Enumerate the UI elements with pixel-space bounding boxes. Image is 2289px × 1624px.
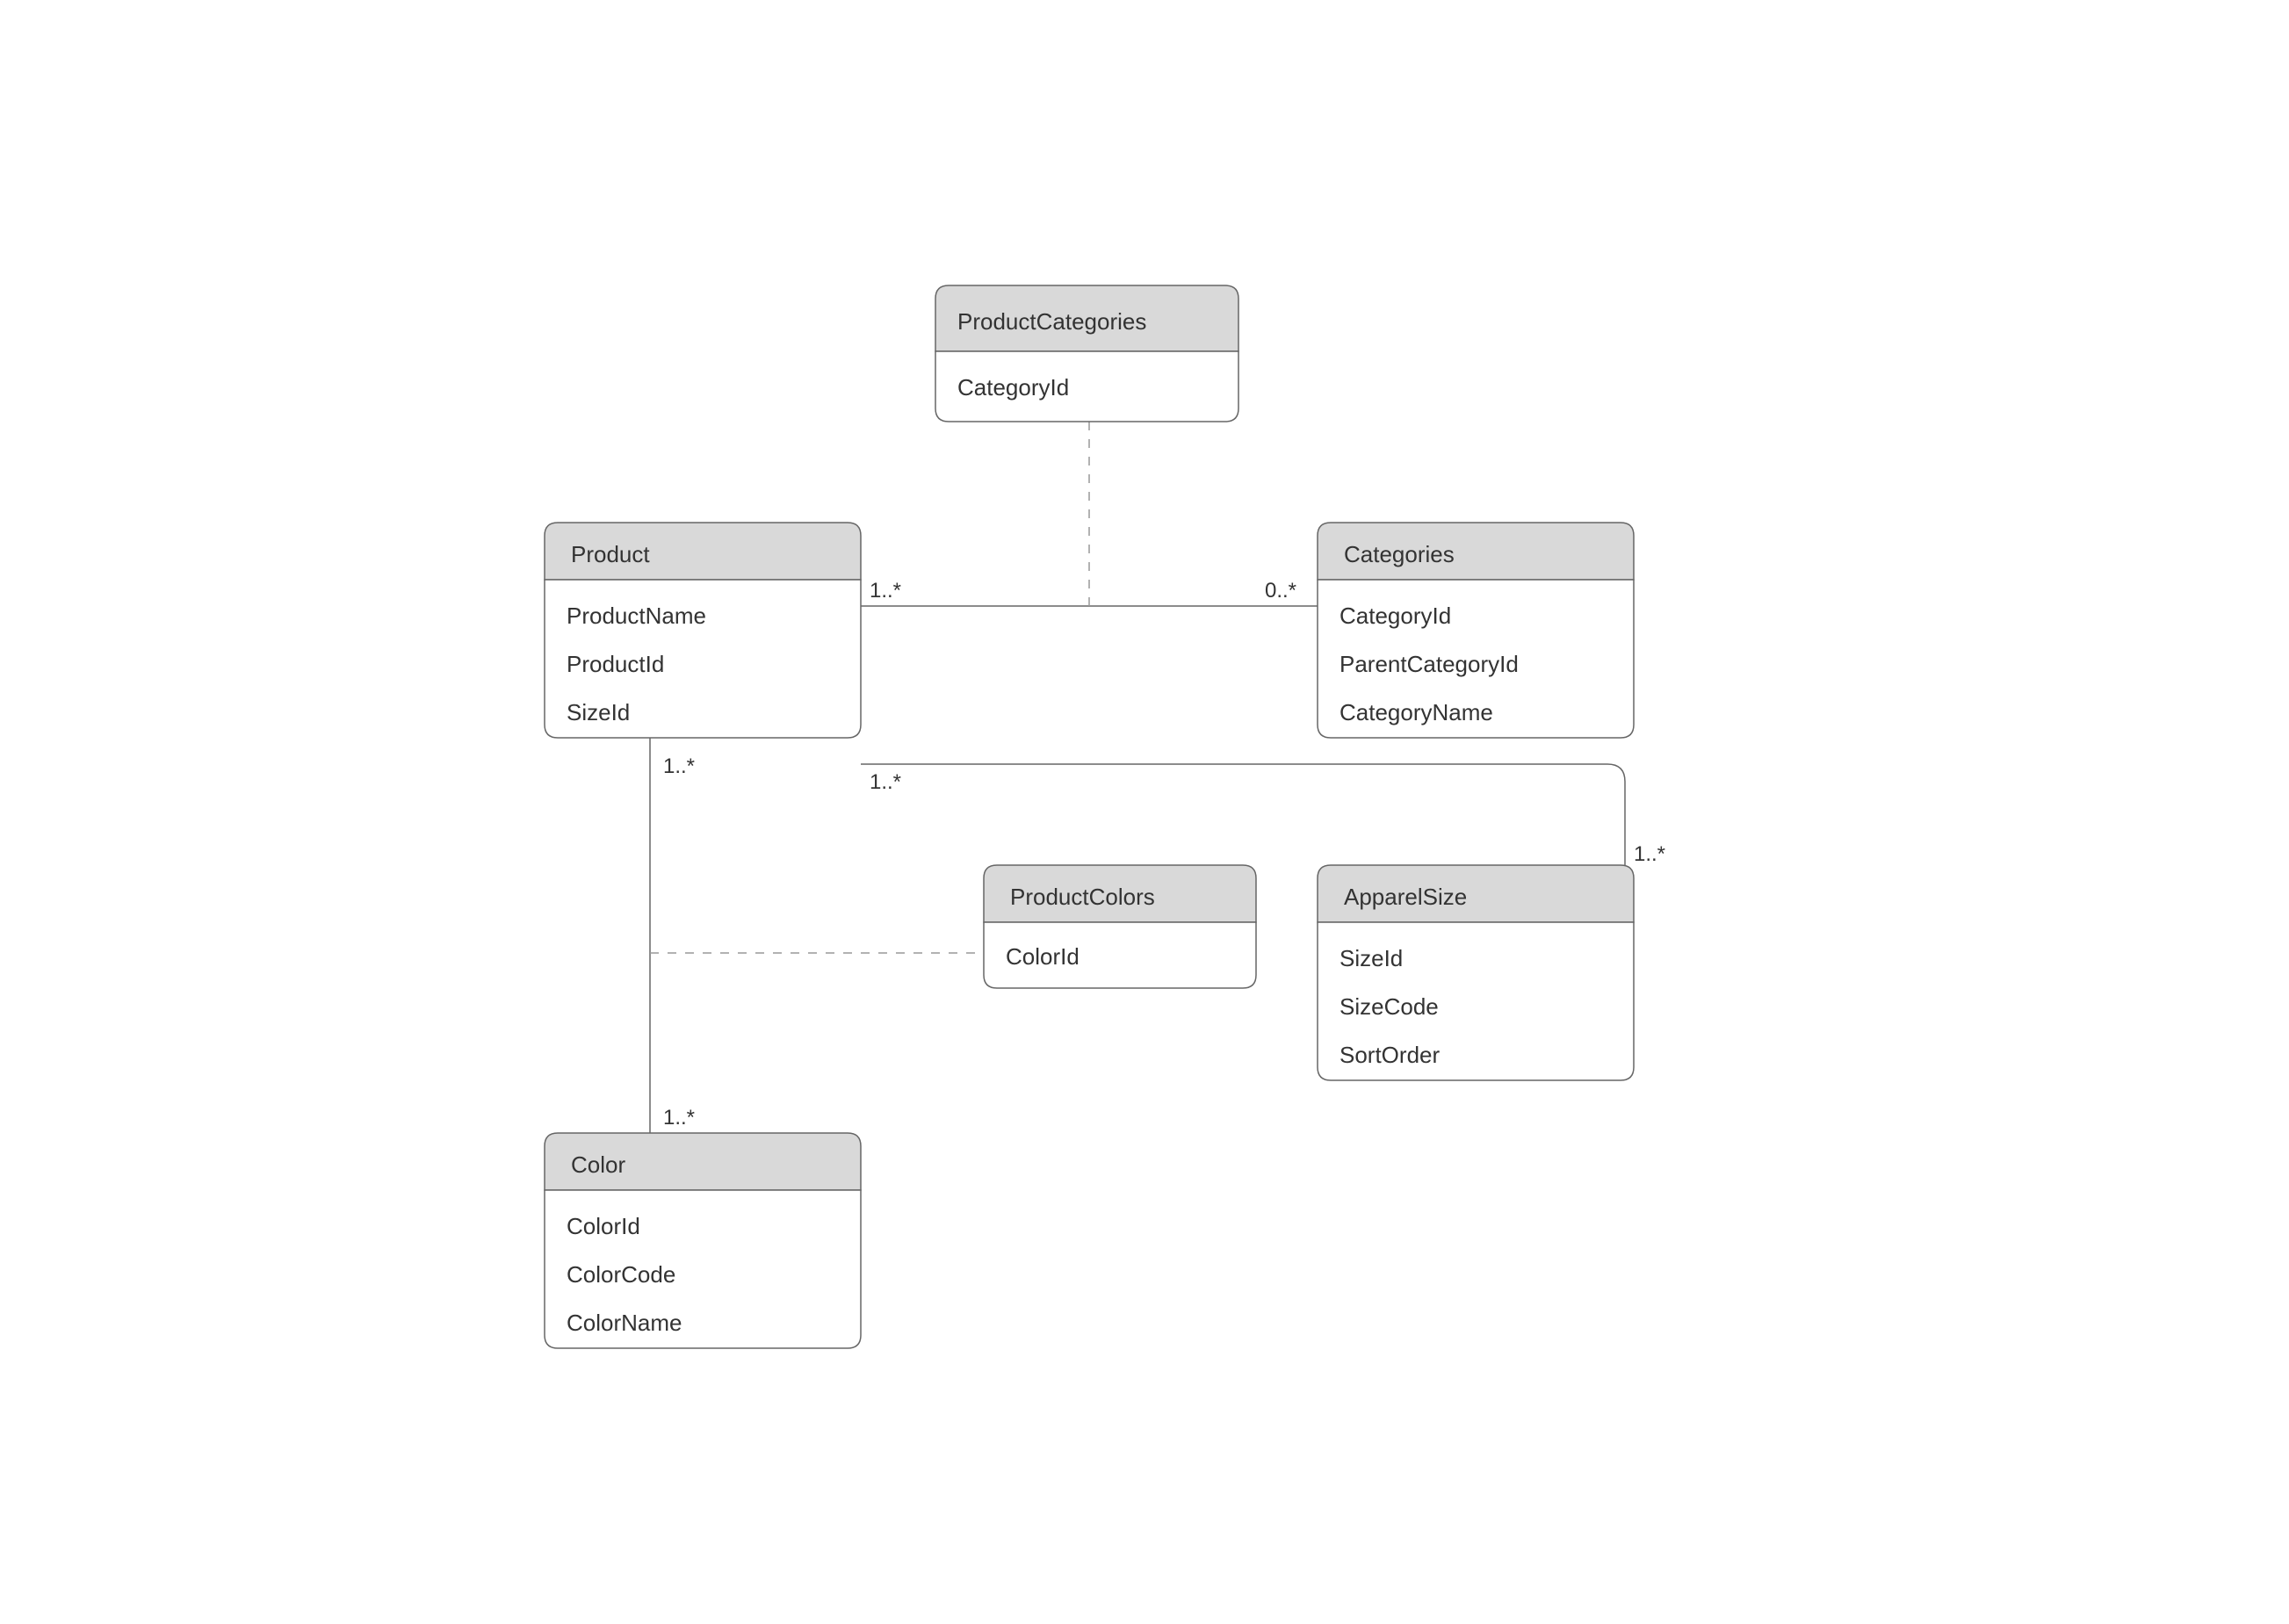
mult-product-categories-left: 1..*	[870, 579, 901, 603]
entity-apparelsize-attr-2: SortOrder	[1339, 1042, 1440, 1068]
entity-color: Color ColorId ColorCode ColorName	[545, 1133, 861, 1348]
entity-productcategories: ProductCategories CategoryId	[935, 285, 1238, 422]
mult-product-apparel-left: 1..*	[870, 770, 901, 794]
entity-productcategories-title: ProductCategories	[957, 308, 1146, 335]
entity-color-attr-2: ColorName	[567, 1310, 682, 1336]
mult-product-apparel-right: 1..*	[1634, 842, 1665, 866]
entity-apparelsize-attr-1: SizeCode	[1339, 993, 1439, 1020]
rel-product-apparelsize	[861, 764, 1625, 865]
entity-productcolors-title: ProductColors	[1010, 884, 1155, 910]
entity-apparelsize-title: ApparelSize	[1344, 884, 1467, 910]
entity-product-attr-2: SizeId	[567, 699, 630, 725]
entity-categories-attr-2: CategoryName	[1339, 699, 1493, 725]
entity-categories-title: Categories	[1344, 541, 1455, 567]
entity-categories-attr-1: ParentCategoryId	[1339, 651, 1519, 677]
entity-color-title: Color	[571, 1151, 625, 1178]
entity-categories-attr-0: CategoryId	[1339, 603, 1451, 629]
entity-product: Product ProductName ProductId SizeId	[545, 523, 861, 738]
uml-diagram: 1..* 0..* 1..* 1..* 1..* 1..* ProductCat…	[0, 0, 2289, 1624]
entity-categories: Categories CategoryId ParentCategoryId C…	[1318, 523, 1634, 738]
entity-apparelsize: ApparelSize SizeId SizeCode SortOrder	[1318, 865, 1634, 1080]
entity-productcolors: ProductColors ColorId	[984, 865, 1256, 988]
entity-productcategories-attr-0: CategoryId	[957, 374, 1069, 401]
entity-color-attr-0: ColorId	[567, 1213, 640, 1239]
entity-apparelsize-attr-0: SizeId	[1339, 945, 1403, 971]
entity-product-attr-1: ProductId	[567, 651, 664, 677]
mult-product-color-top: 1..*	[663, 754, 695, 778]
entity-product-title: Product	[571, 541, 650, 567]
entity-product-attr-0: ProductName	[567, 603, 706, 629]
mult-product-color-bottom: 1..*	[663, 1106, 695, 1130]
entity-color-attr-1: ColorCode	[567, 1261, 675, 1288]
entity-productcolors-attr-0: ColorId	[1006, 943, 1080, 970]
mult-product-categories-right: 0..*	[1265, 579, 1296, 603]
